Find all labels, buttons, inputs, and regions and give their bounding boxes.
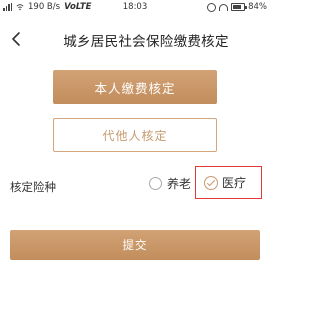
pension-option-label: 养老	[167, 177, 192, 191]
status-time: 18:03	[122, 2, 148, 12]
alarm-icon	[207, 2, 217, 12]
battery-level: 84%	[248, 2, 267, 12]
radio-checked-icon	[204, 175, 218, 190]
submit-button[interactable]: 提交	[10, 230, 260, 260]
medical-option-label: 医疗	[222, 176, 247, 190]
back-button[interactable]	[6, 26, 30, 52]
self-verify-button[interactable]: 本人缴费核定	[53, 70, 217, 104]
verify-for-others-button[interactable]: 代他人核定	[53, 118, 217, 152]
back-arrow-icon	[12, 32, 20, 46]
pension-option[interactable]: 养老	[149, 175, 191, 192]
battery-icon	[231, 3, 248, 11]
status-bar: 190 B/s VoLTE 18:03 84%	[0, 0, 270, 14]
medical-option[interactable]: 医疗	[195, 166, 262, 199]
insurance-type-label: 核定险种	[10, 180, 56, 194]
headset-icon	[219, 3, 229, 11]
radio-unchecked-icon	[149, 177, 162, 190]
nav-bar: 城乡居民社会保险缴费核定	[0, 24, 270, 54]
page-title: 城乡居民社会保险缴费核定	[63, 34, 229, 50]
